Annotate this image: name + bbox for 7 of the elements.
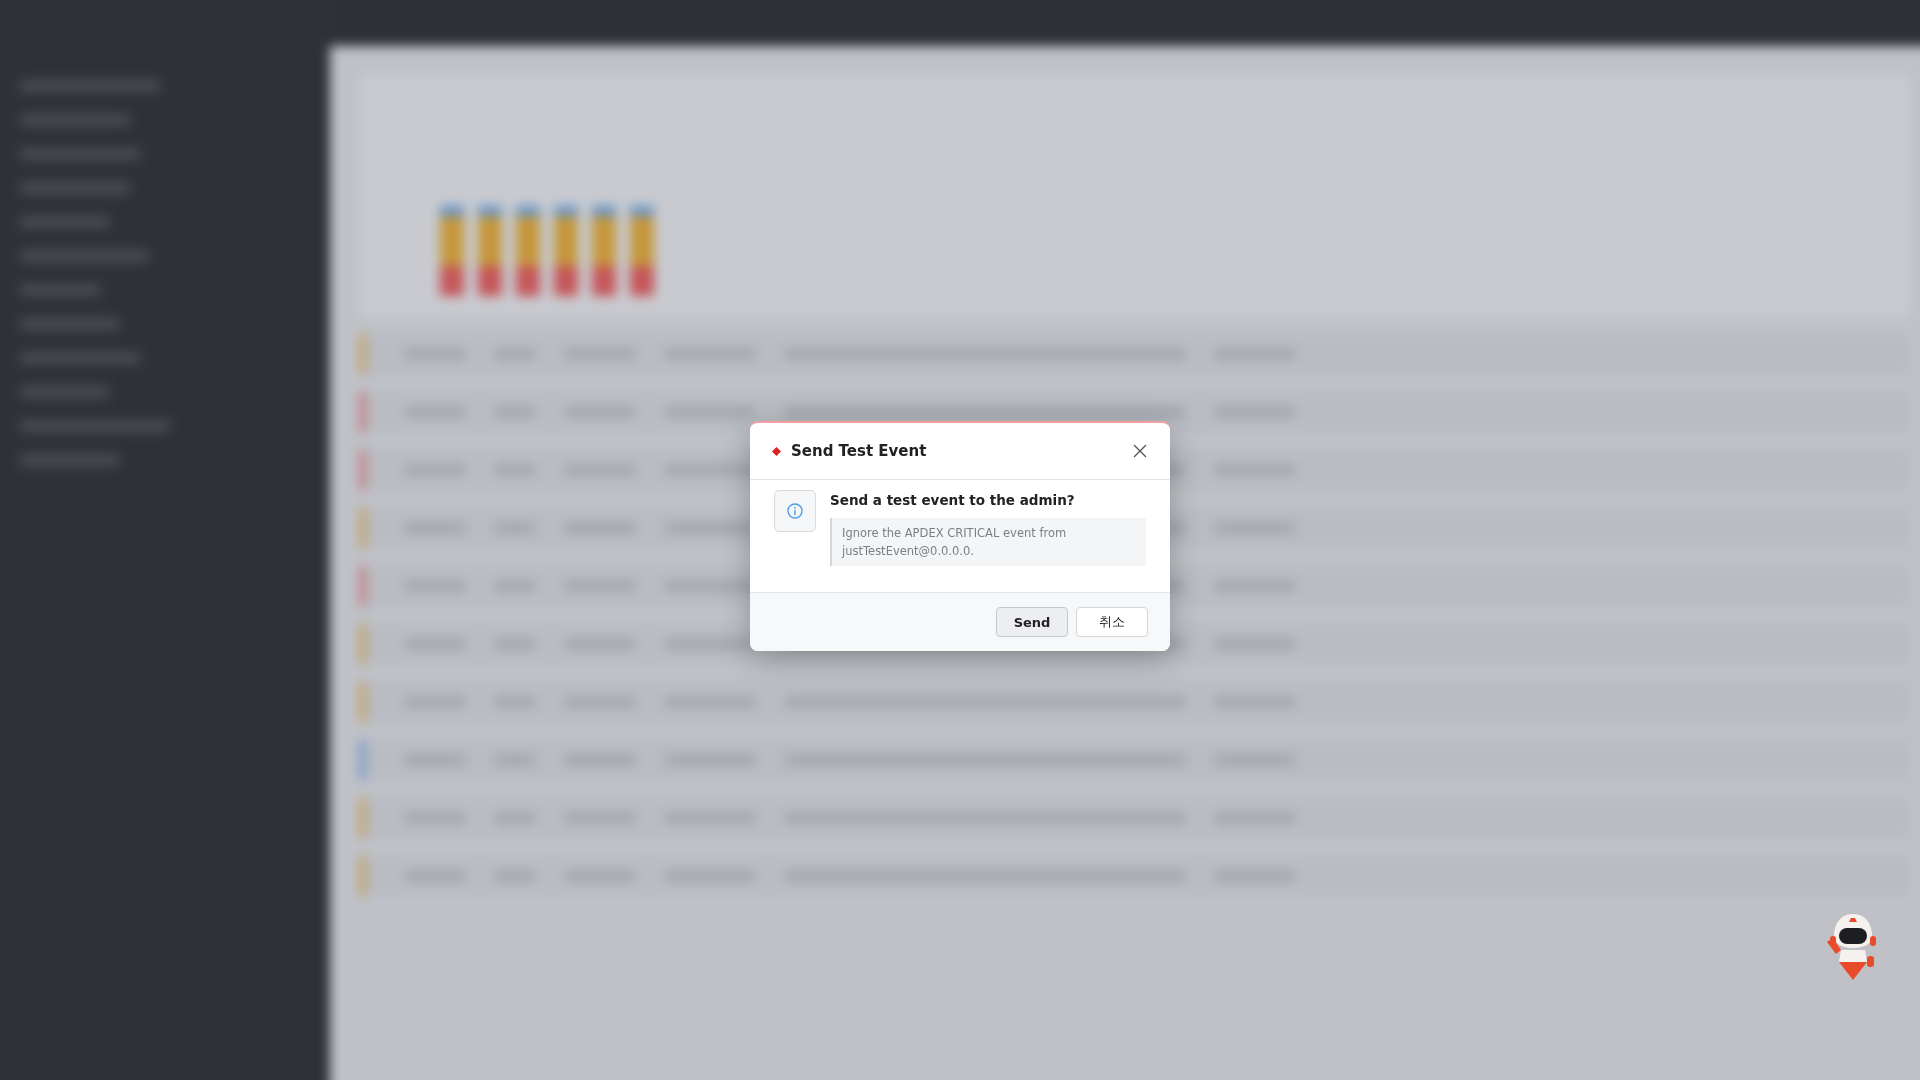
dialog-title: Send Test Event <box>791 442 928 460</box>
cancel-button[interactable]: 취소 <box>1076 607 1148 637</box>
dialog-question: Send a test event to the admin? <box>830 492 1076 508</box>
dialog-message: Ignore the APDEX CRITICAL event from justTestEvent@0.0.0.0. <box>830 518 1146 566</box>
diamond-icon <box>772 446 781 456</box>
info-icon <box>774 490 816 532</box>
send-button[interactable]: Send <box>996 607 1068 637</box>
